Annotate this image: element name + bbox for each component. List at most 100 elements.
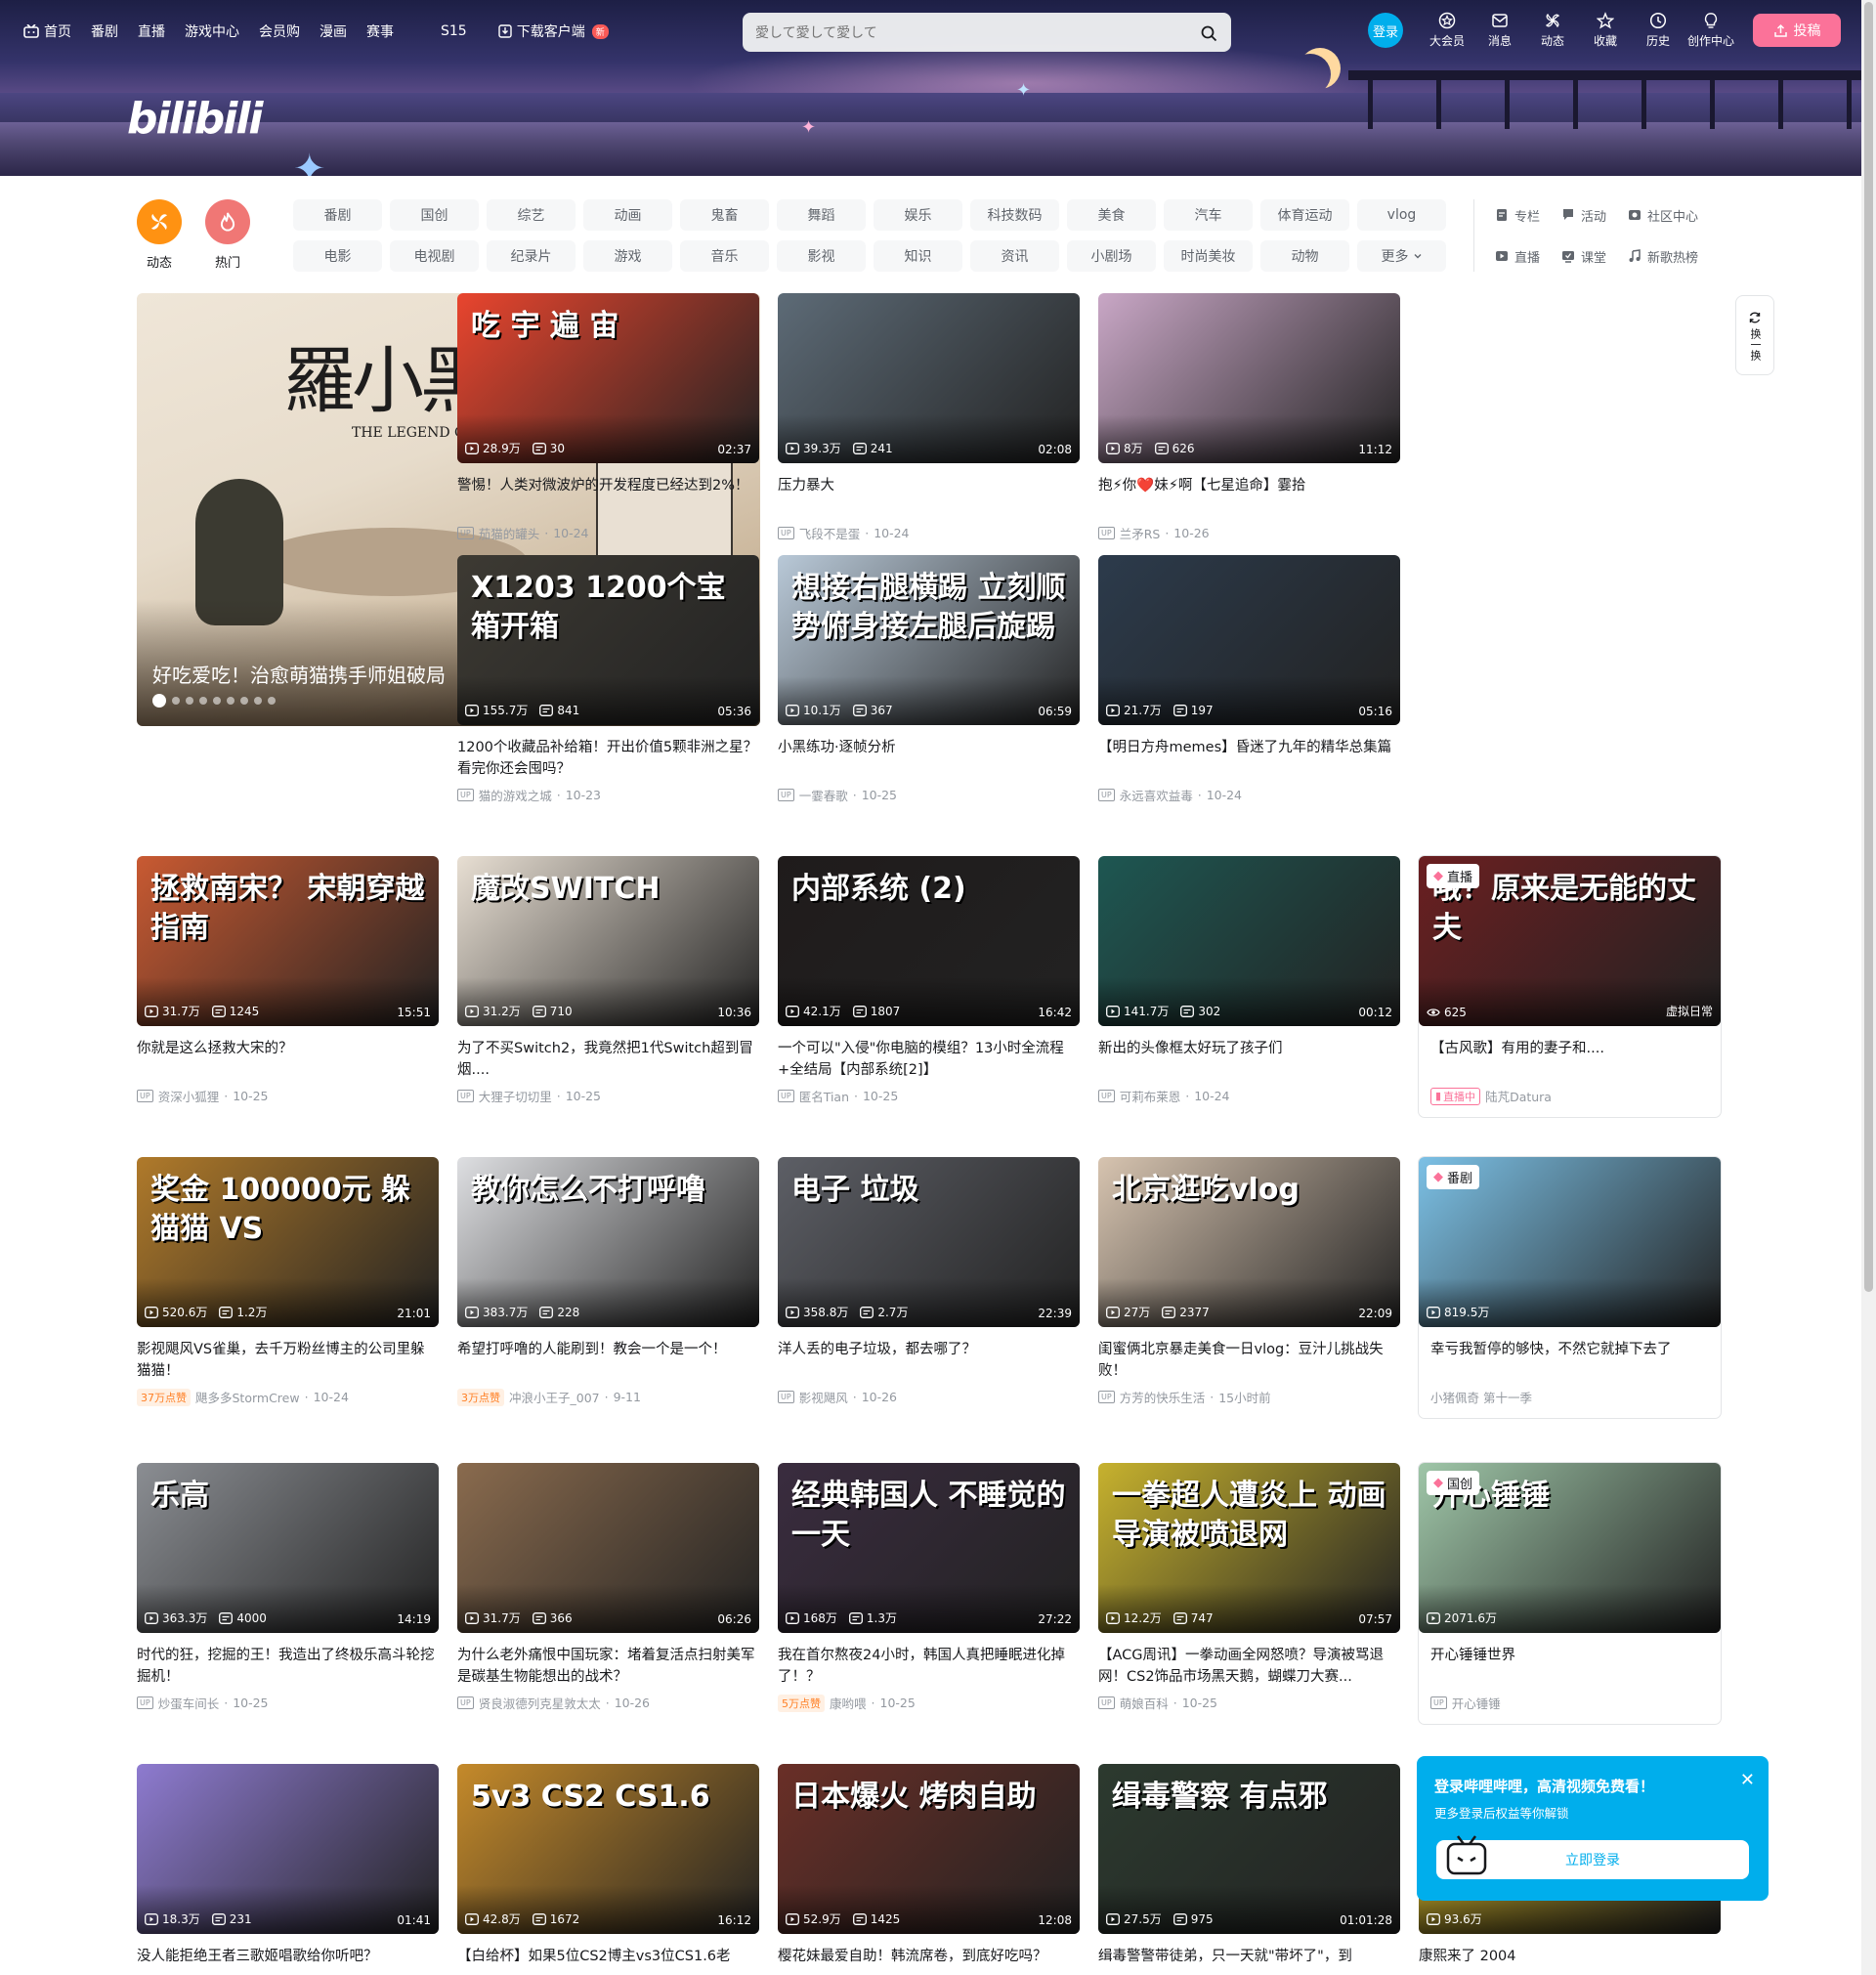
card-author[interactable]: 炒蛋车间长 [158, 1694, 220, 1712]
video-card[interactable]: 141.7万 302 00:12 新出的头像框太好玩了孩子们 UP 可莉布莱恩 · 10-24 [1098, 856, 1400, 1105]
video-thumbnail[interactable]: 141.7万 302 00:12 [1098, 856, 1400, 1026]
video-thumbnail[interactable]: 一拳超人遭炎上 动画导演被喷退网 12.2万 747 07:57 [1098, 1463, 1400, 1633]
video-thumbnail[interactable]: 18.3万 231 01:41 [137, 1764, 439, 1934]
video-title[interactable]: 为了不买Switch2，我竟然把1代Switch超到冒烟.... [457, 1038, 759, 1081]
card-author[interactable]: 飓多多StormCrew [195, 1388, 300, 1406]
video-thumbnail[interactable]: 5v3 CS2 CS1.6 42.8万 1672 16:12 [457, 1764, 759, 1934]
nav-download-client[interactable]: 下载客户端 新 [498, 21, 609, 41]
video-title[interactable]: 为什么老外痛恨中国玩家：堵着复活点扫射美军是碳基生物能想出的战术？ [457, 1645, 759, 1688]
video-title[interactable]: 樱花妹最爱自助！韩流席卷，到底好吃吗？ [778, 1946, 1080, 1975]
video-card[interactable]: 哦？原来是无能的丈夫 ◆ 直播 625 虚拟日常 【古风歌】有用的妻子和.... ▮ 直播中陆… [1419, 856, 1721, 1117]
video-title[interactable]: 抱⚡你❤️妹⚡啊【七星追命】霎拾 [1098, 475, 1400, 518]
video-thumbnail[interactable]: 教你怎么不打呼噜 383.7万 228 [457, 1157, 759, 1327]
video-card[interactable]: 乐高 363.3万 4000 14:19 时代的狂，挖掘的王！我造出了终极乐高斗轮挖掘机… [137, 1463, 439, 1712]
video-card[interactable]: 18.3万 231 01:41 没人能拒绝王者三歌姬唱歌给你听吧？ [137, 1764, 439, 1975]
card-author[interactable]: 小猪佩奇 第十一季 [1430, 1388, 1532, 1406]
side-link-music-chart[interactable]: 新歌热榜 [1628, 240, 1698, 272]
video-thumbnail[interactable]: 拯救南宋？ 宋朝穿越指南 31.7万 1245 15:51 [137, 856, 439, 1026]
channel-more-button[interactable]: 更多 [1357, 240, 1446, 272]
page-scrollbar[interactable] [1861, 0, 1876, 1975]
channel-item[interactable]: 番剧 [293, 199, 382, 231]
video-title[interactable]: 我在首尔熬夜24小时，韩国人真把睡眠进化掉了！？ [778, 1645, 1080, 1688]
video-thumbnail[interactable]: 北京逛吃vlog 27万 2377 22:09 [1098, 1157, 1400, 1327]
channel-item[interactable]: 鬼畜 [680, 199, 769, 231]
side-link-classroom[interactable]: 课堂 [1561, 240, 1606, 272]
video-title[interactable]: 1200个收藏品补给箱！开出价值5颗非洲之星？看完你还会囤吗？ [457, 737, 759, 780]
card-author[interactable]: 陆芃Datura [1485, 1087, 1552, 1105]
video-thumbnail[interactable]: 日本爆火 烤肉自助 52.9万 1425 12:08 [778, 1764, 1080, 1934]
nav-bangumi[interactable]: 番剧 [91, 21, 118, 41]
video-title[interactable]: 【ACG周讯】一拳动画全网怒喷？导演被骂退网！CS2饰品市场黑天鹅，蝴蝶刀大赛.… [1098, 1645, 1400, 1688]
card-author[interactable]: 萌娘百科 [1120, 1694, 1169, 1712]
nav-favorite[interactable]: 收藏 [1579, 12, 1632, 49]
close-icon[interactable]: ✕ [1740, 1770, 1755, 1790]
video-thumbnail[interactable]: 39.3万 241 02:08 [778, 293, 1080, 463]
video-title[interactable]: 警惕！人类对微波炉的开发程度已经达到2%！ [457, 475, 759, 518]
carousel-dot[interactable] [254, 697, 262, 705]
carousel-dot[interactable] [199, 697, 207, 705]
video-thumbnail[interactable]: X1203 1200个宝箱开箱 155.7万 841 05:36 [457, 555, 759, 725]
video-thumbnail[interactable]: 电子 垃圾 358.8万 2.7万 22:39 [778, 1157, 1080, 1327]
card-author[interactable]: 一霎春歌 [799, 786, 848, 804]
channel-item[interactable]: 时尚美妆 [1164, 240, 1253, 272]
channel-item[interactable]: 舞蹈 [777, 199, 866, 231]
bilibili-logo[interactable]: bilibili [127, 94, 263, 144]
channel-item[interactable]: 纪录片 [487, 240, 576, 272]
video-thumbnail[interactable]: 8万 626 11:12 [1098, 293, 1400, 463]
video-card[interactable]: 电子 垃圾 358.8万 2.7万 22:39 洋人丢的电子垃圾，都去哪了？ UP 影视飓风… [778, 1157, 1080, 1406]
video-card[interactable]: 8万 626 11:12 抱⚡你❤️妹⚡啊【七星追命】霎拾 UP 兰矛RS · 10-26 [1098, 293, 1400, 542]
video-card[interactable]: 一拳超人遭炎上 动画导演被喷退网 12.2万 747 07:57 【ACG周讯】一拳动画… [1098, 1463, 1400, 1712]
side-link-live[interactable]: 直播 [1495, 240, 1540, 272]
nav-creator-center[interactable]: 创作中心 [1684, 12, 1737, 49]
card-author[interactable]: 影视飓风 [799, 1388, 848, 1406]
video-title[interactable]: 影视飓风VS雀巢，去千万粉丝博主的公司里躲猫猫！ [137, 1339, 439, 1382]
channel-item[interactable]: 电视剧 [390, 240, 479, 272]
video-thumbnail[interactable]: 吃 宇 遍 宙 28.9万 30 02:37 [457, 293, 759, 463]
channel-item[interactable]: 小剧场 [1067, 240, 1156, 272]
channel-item[interactable]: 综艺 [487, 199, 576, 231]
card-author[interactable]: 资深小狐狸 [158, 1087, 220, 1105]
card-author[interactable]: 开心锤锤 [1452, 1694, 1501, 1712]
card-author[interactable]: 永远喜欢益毒 [1120, 786, 1193, 804]
video-card[interactable]: 想接右腿横踢 立刻顺势俯身接左腿后旋踢 10.1万 367 06:59 小黑练功·逐帧分… [778, 555, 1080, 804]
video-title[interactable]: 【明日方舟memes】昏迷了九年的精华总集篇 [1098, 737, 1400, 780]
video-thumbnail[interactable]: 31.7万 366 06:26 [457, 1463, 759, 1633]
video-thumbnail[interactable]: 21.7万 197 05:16 [1098, 555, 1400, 725]
card-author[interactable]: 茄猫的罐头 [479, 524, 540, 542]
channel-item[interactable]: 汽车 [1164, 199, 1253, 231]
video-card[interactable]: 日本爆火 烤肉自助 52.9万 1425 12:08 樱花妹最爱自助！韩流席卷，到底好吃… [778, 1764, 1080, 1975]
upload-button[interactable]: 投稿 [1753, 14, 1841, 47]
channel-item[interactable]: 国创 [390, 199, 479, 231]
channel-item[interactable]: 影视 [777, 240, 866, 272]
video-title[interactable]: 时代的狂，挖掘的王！我造出了终极乐高斗轮挖掘机！ [137, 1645, 439, 1688]
channel-item[interactable]: 游戏 [583, 240, 672, 272]
video-thumbnail[interactable]: 乐高 363.3万 4000 14:19 [137, 1463, 439, 1633]
video-thumbnail[interactable]: 经典韩国人 不睡觉的一天 168万 1.3万 27:22 [778, 1463, 1080, 1633]
video-card[interactable]: 31.7万 366 06:26 为什么老外痛恨中国玩家：堵着复活点扫射美军是碳基生物能… [457, 1463, 759, 1712]
video-card[interactable]: 教你怎么不打呼噜 383.7万 228 希望打呼噜的人能刷到！教会一个是一个！ 3万点赞… [457, 1157, 759, 1406]
card-author[interactable]: 方芳的快乐生活 [1120, 1388, 1206, 1406]
login-avatar-button[interactable]: 登录 [1368, 13, 1403, 48]
nav-manga[interactable]: 漫画 [320, 21, 347, 41]
channel-item[interactable]: 体育运动 [1260, 199, 1349, 231]
nav-message[interactable]: 消息 [1473, 12, 1526, 49]
nav-mall[interactable]: 会员购 [259, 21, 300, 41]
search-button[interactable] [1193, 18, 1224, 49]
quick-hot[interactable]: 热门 [205, 199, 250, 271]
carousel-dot[interactable] [227, 697, 234, 705]
card-author[interactable]: 贤良淑德列克星敦太太 [479, 1694, 601, 1712]
card-author[interactable]: 匿名Tian [799, 1087, 849, 1105]
card-author[interactable]: 兰矛RS [1120, 524, 1161, 542]
video-card[interactable]: 缉毒警察 有点邪 27.5万 975 01:01:28 缉毒警警带徒弟，只一天就"带坏了… [1098, 1764, 1400, 1975]
channel-item[interactable]: vlog [1357, 199, 1446, 231]
video-thumbnail[interactable]: 内部系统 (2) 42.1万 1807 16:42 [778, 856, 1080, 1026]
video-card[interactable]: 5v3 CS2 CS1.6 42.8万 1672 16:12 【白给杯】如果5位CS2博… [457, 1764, 759, 1975]
video-title[interactable]: 【古风歌】有用的妻子和.... [1419, 1038, 1721, 1081]
channel-item[interactable]: 美食 [1067, 199, 1156, 231]
video-title[interactable]: 缉毒警警带徒弟，只一天就"带坏了"，到 [1098, 1946, 1400, 1975]
video-card[interactable]: 内部系统 (2) 42.1万 1807 16:42 一个可以"入侵"你电脑的模组？13小… [778, 856, 1080, 1105]
video-thumbnail[interactable]: 开心锤锤 ◆ 国创 2071.6万 [1419, 1463, 1721, 1633]
nav-game-center[interactable]: 游戏中心 [185, 21, 239, 41]
scrollbar-thumb[interactable] [1864, 2, 1873, 1292]
refresh-feed-button[interactable]: 换一换 [1735, 295, 1774, 375]
